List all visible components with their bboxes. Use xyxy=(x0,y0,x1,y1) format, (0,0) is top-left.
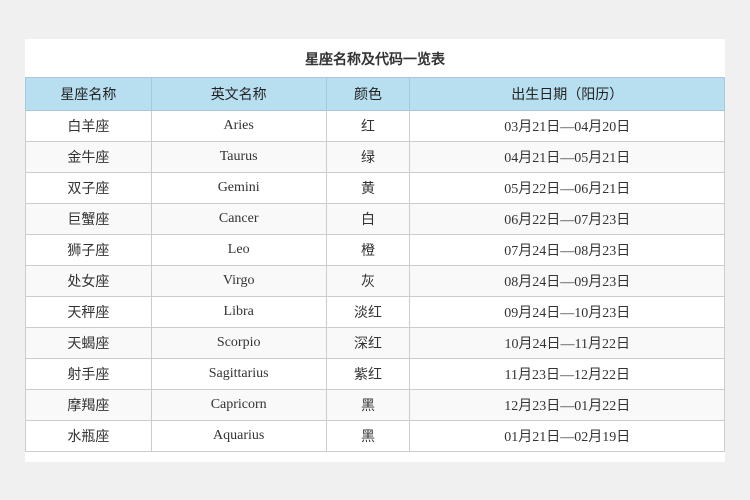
cell-zodiac-english: Aquarius xyxy=(151,420,326,451)
cell-zodiac-name: 狮子座 xyxy=(26,234,152,265)
cell-zodiac-color: 黑 xyxy=(326,420,410,451)
cell-zodiac-color: 深红 xyxy=(326,327,410,358)
cell-zodiac-date: 04月21日—05月21日 xyxy=(410,141,725,172)
cell-zodiac-color: 白 xyxy=(326,203,410,234)
table-row: 巨蟹座Cancer白06月22日—07月23日 xyxy=(26,203,725,234)
cell-zodiac-date: 12月23日—01月22日 xyxy=(410,389,725,420)
table-row: 狮子座Leo橙07月24日—08月23日 xyxy=(26,234,725,265)
cell-zodiac-date: 08月24日—09月23日 xyxy=(410,265,725,296)
table-row: 水瓶座Aquarius黑01月21日—02月19日 xyxy=(26,420,725,451)
cell-zodiac-color: 红 xyxy=(326,110,410,141)
cell-zodiac-date: 01月21日—02月19日 xyxy=(410,420,725,451)
cell-zodiac-color: 黄 xyxy=(326,172,410,203)
cell-zodiac-color: 橙 xyxy=(326,234,410,265)
cell-zodiac-english: Capricorn xyxy=(151,389,326,420)
cell-zodiac-name: 处女座 xyxy=(26,265,152,296)
cell-zodiac-color: 淡红 xyxy=(326,296,410,327)
header-name: 星座名称 xyxy=(26,77,152,110)
cell-zodiac-english: Leo xyxy=(151,234,326,265)
cell-zodiac-color: 绿 xyxy=(326,141,410,172)
cell-zodiac-name: 天蝎座 xyxy=(26,327,152,358)
table-body: 白羊座Aries红03月21日—04月20日金牛座Taurus绿04月21日—0… xyxy=(26,110,725,451)
cell-zodiac-english: Libra xyxy=(151,296,326,327)
table-header-row: 星座名称 英文名称 颜色 出生日期（阳历） xyxy=(26,77,725,110)
cell-zodiac-name: 天秤座 xyxy=(26,296,152,327)
cell-zodiac-name: 摩羯座 xyxy=(26,389,152,420)
main-container: 星座名称及代码一览表 星座名称 英文名称 颜色 出生日期（阳历） 白羊座Arie… xyxy=(25,39,725,462)
cell-zodiac-english: Aries xyxy=(151,110,326,141)
cell-zodiac-english: Gemini xyxy=(151,172,326,203)
table-row: 双子座Gemini黄05月22日—06月21日 xyxy=(26,172,725,203)
table-row: 摩羯座Capricorn黑12月23日—01月22日 xyxy=(26,389,725,420)
cell-zodiac-name: 双子座 xyxy=(26,172,152,203)
cell-zodiac-color: 紫红 xyxy=(326,358,410,389)
cell-zodiac-name: 巨蟹座 xyxy=(26,203,152,234)
table-row: 金牛座Taurus绿04月21日—05月21日 xyxy=(26,141,725,172)
cell-zodiac-date: 05月22日—06月21日 xyxy=(410,172,725,203)
zodiac-table: 星座名称 英文名称 颜色 出生日期（阳历） 白羊座Aries红03月21日—04… xyxy=(25,77,725,452)
cell-zodiac-date: 11月23日—12月22日 xyxy=(410,358,725,389)
cell-zodiac-name: 白羊座 xyxy=(26,110,152,141)
cell-zodiac-name: 水瓶座 xyxy=(26,420,152,451)
cell-zodiac-date: 03月21日—04月20日 xyxy=(410,110,725,141)
header-color: 颜色 xyxy=(326,77,410,110)
cell-zodiac-date: 09月24日—10月23日 xyxy=(410,296,725,327)
cell-zodiac-english: Sagittarius xyxy=(151,358,326,389)
table-row: 射手座Sagittarius紫红11月23日—12月22日 xyxy=(26,358,725,389)
header-date: 出生日期（阳历） xyxy=(410,77,725,110)
cell-zodiac-english: Cancer xyxy=(151,203,326,234)
table-row: 白羊座Aries红03月21日—04月20日 xyxy=(26,110,725,141)
cell-zodiac-date: 06月22日—07月23日 xyxy=(410,203,725,234)
table-row: 天蝎座Scorpio深红10月24日—11月22日 xyxy=(26,327,725,358)
cell-zodiac-color: 黑 xyxy=(326,389,410,420)
cell-zodiac-name: 射手座 xyxy=(26,358,152,389)
cell-zodiac-english: Taurus xyxy=(151,141,326,172)
page-title: 星座名称及代码一览表 xyxy=(25,49,725,69)
cell-zodiac-color: 灰 xyxy=(326,265,410,296)
table-row: 处女座Virgo灰08月24日—09月23日 xyxy=(26,265,725,296)
cell-zodiac-english: Scorpio xyxy=(151,327,326,358)
cell-zodiac-english: Virgo xyxy=(151,265,326,296)
cell-zodiac-name: 金牛座 xyxy=(26,141,152,172)
cell-zodiac-date: 10月24日—11月22日 xyxy=(410,327,725,358)
header-english: 英文名称 xyxy=(151,77,326,110)
cell-zodiac-date: 07月24日—08月23日 xyxy=(410,234,725,265)
table-row: 天秤座Libra淡红09月24日—10月23日 xyxy=(26,296,725,327)
